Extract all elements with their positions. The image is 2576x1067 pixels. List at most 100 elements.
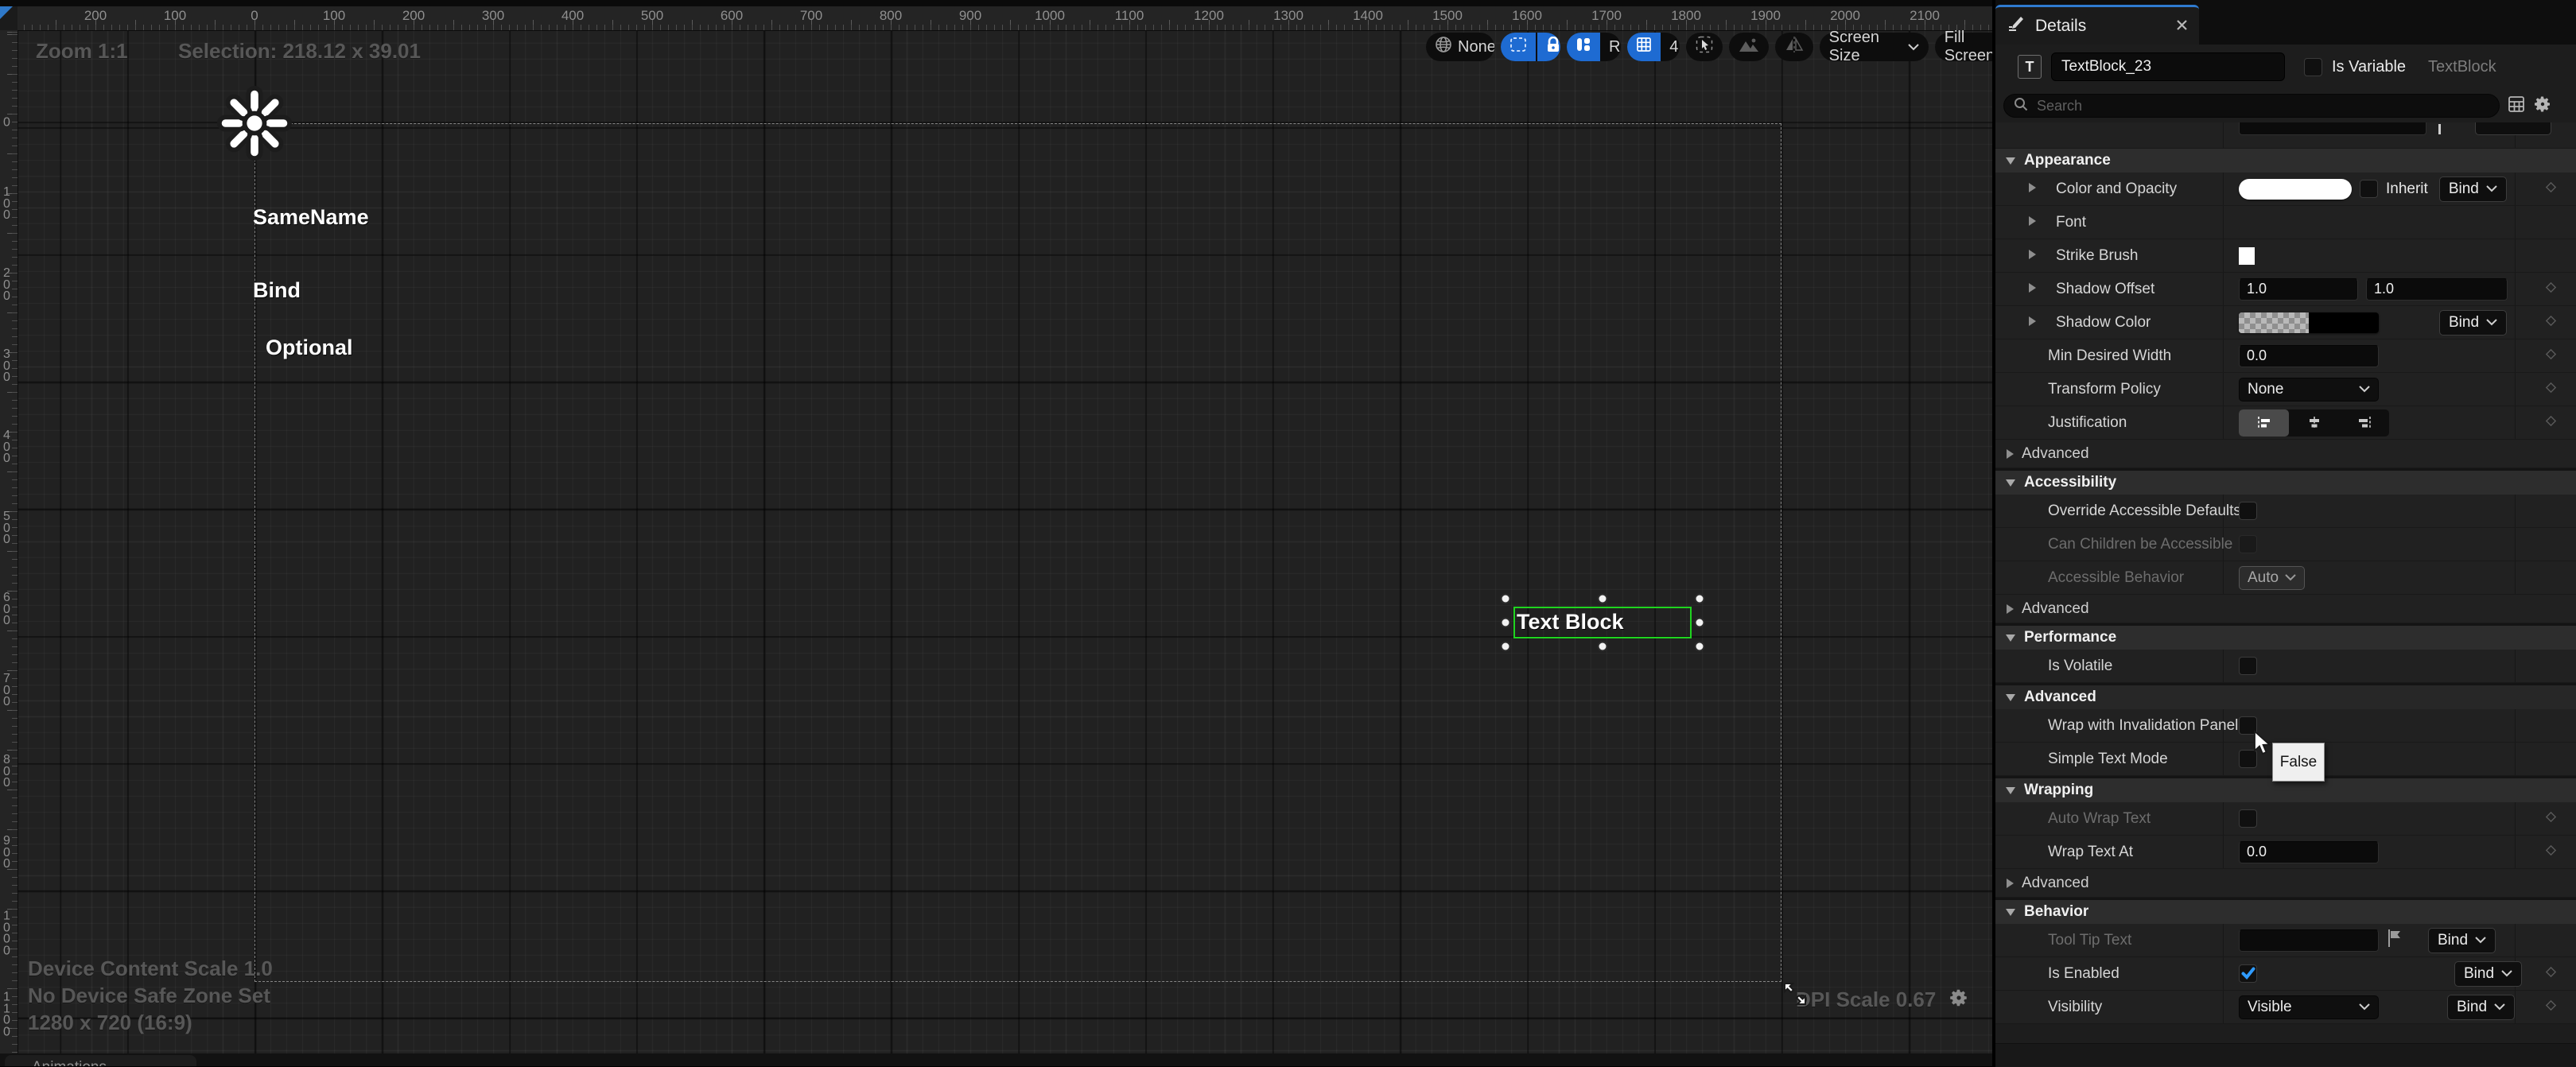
property-label: Transform Policy xyxy=(2048,381,2161,398)
resize-handle-se[interactable] xyxy=(1695,642,1705,652)
reset-to-default-icon[interactable] xyxy=(2544,314,2558,332)
shadow-offset-x-input[interactable] xyxy=(2239,278,2358,301)
color-bind-button[interactable]: Bind xyxy=(2439,177,2507,202)
justify-left-button[interactable] xyxy=(2239,409,2289,436)
animations-panel-tab[interactable]: Animations xyxy=(5,1055,196,1066)
property-label: Justification xyxy=(2048,414,2127,432)
text-widget-optional[interactable]: Optional xyxy=(266,336,353,360)
reset-to-default-icon[interactable] xyxy=(2544,414,2558,432)
localization-flag-icon[interactable] xyxy=(2387,929,2403,952)
reset-to-default-icon[interactable] xyxy=(2544,844,2558,861)
section-wrapping[interactable]: Wrapping xyxy=(1995,778,2576,802)
property-matrix-icon[interactable] xyxy=(2508,95,2525,117)
accessibility-advanced-row[interactable]: Advanced xyxy=(1995,595,2576,623)
visibility-dropdown[interactable]: Visible xyxy=(2239,995,2379,1019)
section-behavior[interactable]: Behavior xyxy=(1995,900,2576,924)
expander-icon[interactable] xyxy=(2029,282,2036,297)
section-expanded-icon xyxy=(2006,694,2015,701)
h-ruler-label: 1800 xyxy=(1671,8,1701,24)
localization-preview-button[interactable]: None xyxy=(1426,33,1494,61)
localization-group[interactable]: None xyxy=(1426,33,1494,61)
designer-toolbar: None R 4 xyxy=(1426,33,2034,61)
text-widget-bind[interactable]: Bind xyxy=(253,278,301,303)
grid-snap-button[interactable] xyxy=(1627,33,1661,61)
alignment-icon xyxy=(1576,37,1591,57)
visibility-bind-button[interactable]: Bind xyxy=(2447,995,2515,1020)
section-performance[interactable]: Performance xyxy=(1995,626,2576,650)
resize-handle-e[interactable] xyxy=(1695,618,1705,628)
wrapping-advanced-row[interactable]: Advanced xyxy=(1995,869,2576,898)
resize-handle-sw[interactable] xyxy=(1501,642,1511,652)
section-expanded-icon xyxy=(2006,479,2015,487)
text-widget-textblock[interactable]: Text Block xyxy=(1517,610,1624,634)
auto-wrap-text-checkbox[interactable] xyxy=(2239,809,2257,828)
is-volatile-checkbox[interactable] xyxy=(2239,657,2257,675)
search-input[interactable] xyxy=(2035,97,2489,115)
resize-handle-n[interactable] xyxy=(1598,594,1608,604)
section-accessibility[interactable]: Accessibility xyxy=(1995,471,2576,495)
resize-handle-nw[interactable] xyxy=(1501,594,1511,604)
strike-brush-swatch[interactable] xyxy=(2239,247,2255,265)
detail-settings-gear-icon[interactable] xyxy=(2533,95,2552,118)
appearance-advanced-row[interactable]: Advanced xyxy=(1995,440,2576,468)
v-ruler-label: 4 0 0 xyxy=(3,430,10,465)
marquee-select-button[interactable] xyxy=(1501,33,1536,61)
expander-icon[interactable] xyxy=(2029,316,2036,330)
color-and-opacity-swatch[interactable] xyxy=(2239,179,2352,200)
justify-right-button[interactable] xyxy=(2339,409,2389,436)
preview-background-button[interactable] xyxy=(1729,33,1769,61)
reset-to-default-icon[interactable] xyxy=(2544,810,2558,828)
reset-to-default-icon[interactable] xyxy=(2544,999,2558,1016)
resize-handle-s[interactable] xyxy=(1598,642,1608,652)
reset-to-default-icon[interactable] xyxy=(2544,381,2558,398)
flip-preview-button[interactable] xyxy=(1775,33,1813,61)
is-enabled-bind-button[interactable]: Bind xyxy=(2454,961,2522,987)
reset-to-default-icon[interactable] xyxy=(2544,347,2558,365)
dpi-settings-gear-icon[interactable] xyxy=(1949,987,1969,1012)
details-tab[interactable]: Details xyxy=(1995,5,2199,45)
is-variable-checkbox[interactable] xyxy=(2304,58,2322,76)
resize-handle-ne[interactable] xyxy=(1695,594,1705,604)
tool-tip-text-input[interactable] xyxy=(2239,929,2379,952)
wrap-text-at-input[interactable] xyxy=(2239,841,2379,863)
row-min-desired-width: Min Desired Width xyxy=(1995,340,2576,373)
widget-name-input[interactable] xyxy=(2051,52,2285,81)
lock-widgets-button[interactable] xyxy=(1537,33,1560,61)
shadow-color-bind-button[interactable]: Bind xyxy=(2439,310,2507,336)
h-ruler-label: 0 xyxy=(251,8,258,24)
shadow-color-swatch[interactable] xyxy=(2239,312,2379,333)
inherit-checkbox[interactable] xyxy=(2360,180,2378,198)
screen-size-dropdown[interactable]: Screen Size xyxy=(1820,33,1929,61)
expander-icon[interactable] xyxy=(2029,215,2036,230)
min-desired-width-input[interactable] xyxy=(2239,345,2379,367)
expander-icon[interactable] xyxy=(2029,182,2036,196)
grid-snap-size-label[interactable]: 4 xyxy=(1661,33,1679,61)
can-children-accessible-checkbox[interactable] xyxy=(2239,535,2257,553)
search-icon xyxy=(2014,97,2028,115)
v-ruler-label: 7 0 0 xyxy=(3,673,10,708)
resize-handle-w[interactable] xyxy=(1501,618,1511,628)
shadow-offset-y-input[interactable] xyxy=(2366,278,2508,301)
transform-policy-dropdown[interactable]: None xyxy=(2239,378,2379,402)
close-icon[interactable] xyxy=(2176,17,2188,36)
throbber-widget[interactable] xyxy=(216,85,293,165)
select-dragged-widget-button[interactable] xyxy=(1686,33,1723,61)
text-widget-samename[interactable]: SameName xyxy=(253,205,369,230)
tooltip-bind-button[interactable]: Bind xyxy=(2428,928,2496,953)
h-ruler-label: 200 xyxy=(402,8,425,24)
section-appearance[interactable]: Appearance xyxy=(1995,149,2576,173)
justify-center-button[interactable] xyxy=(2289,409,2339,436)
selected-widget-outline[interactable]: Text Block xyxy=(1513,607,1692,638)
override-accessible-defaults-checkbox[interactable] xyxy=(2239,502,2257,520)
horizontal-ruler: 2001000100200300400500600700800900100011… xyxy=(17,6,1994,31)
reset-to-default-icon[interactable] xyxy=(2544,965,2558,983)
widget-alignment-button[interactable] xyxy=(1567,33,1600,61)
search-box[interactable] xyxy=(2003,94,2500,118)
respect-locks-button[interactable]: R xyxy=(1600,33,1621,61)
reset-to-default-icon[interactable] xyxy=(2544,180,2558,198)
accessible-behavior-dropdown[interactable]: Auto xyxy=(2239,566,2305,590)
expander-icon[interactable] xyxy=(2029,249,2036,263)
reset-to-default-icon[interactable] xyxy=(2544,281,2558,298)
section-advanced[interactable]: Advanced xyxy=(1995,685,2576,709)
is-enabled-checkbox[interactable] xyxy=(2239,964,2257,983)
